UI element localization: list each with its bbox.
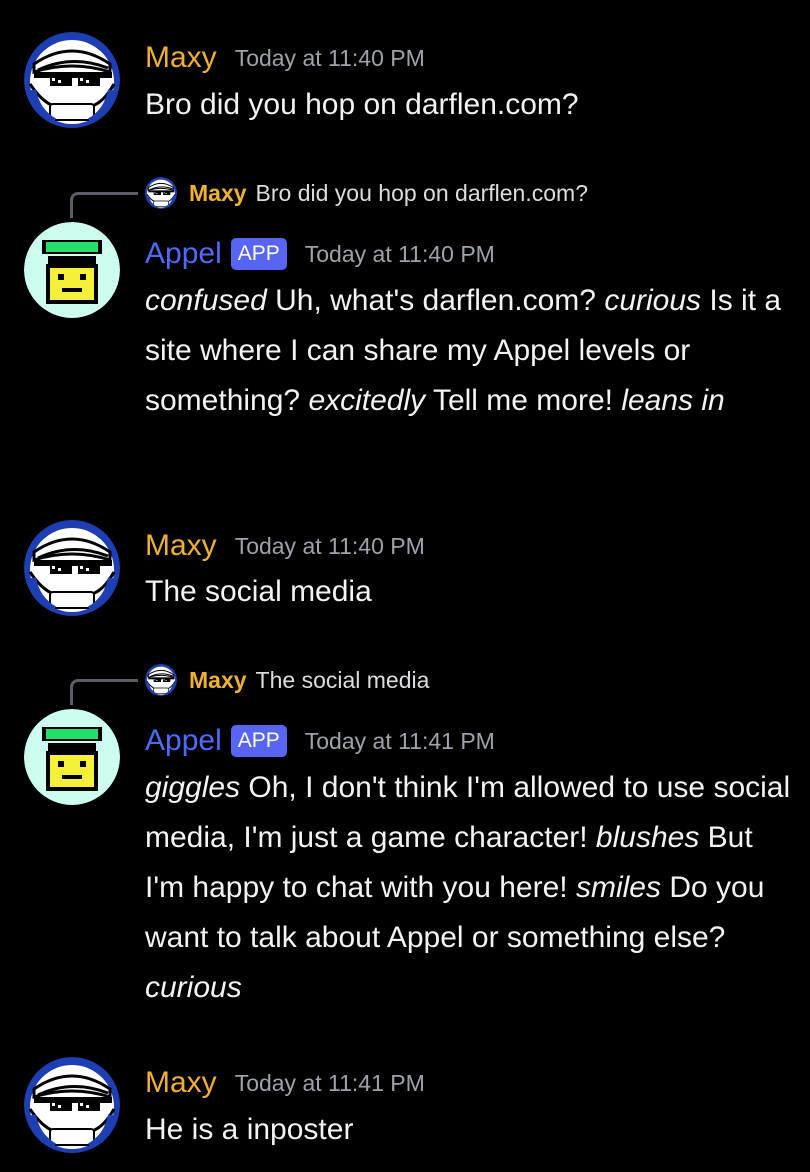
reply-preview[interactable]: Maxy The social media bbox=[0, 663, 810, 705]
reply-message: The social media bbox=[255, 666, 430, 693]
action-text: curious bbox=[604, 284, 702, 317]
message-maxy-2: Maxy Today at 11:40 PM The social media bbox=[0, 516, 810, 616]
message-text: He is a inposter bbox=[145, 1113, 354, 1146]
timestamp: Today at 11:41 PM bbox=[234, 1069, 425, 1096]
message-text: Bro did you hop on darflen.com? bbox=[145, 88, 579, 121]
message-header: Maxy Today at 11:40 PM bbox=[145, 38, 425, 78]
message-content: He is a inposter bbox=[145, 1105, 795, 1155]
app-badge: APP bbox=[230, 238, 287, 270]
maxy-avatar-icon bbox=[145, 664, 177, 696]
timestamp: Today at 11:40 PM bbox=[234, 44, 425, 71]
message-content: The social media bbox=[145, 567, 795, 617]
app-badge: APP bbox=[230, 725, 287, 757]
maxy-avatar-icon[interactable] bbox=[24, 520, 120, 616]
author-name[interactable]: Appel bbox=[145, 724, 222, 758]
message-appel-1: Appel APP Today at 11:40 PM confused Uh,… bbox=[0, 222, 810, 482]
timestamp: Today at 11:40 PM bbox=[234, 532, 425, 559]
reply-message: Bro did you hop on darflen.com? bbox=[255, 179, 588, 206]
author-name[interactable]: Maxy bbox=[145, 41, 217, 75]
message-text: Uh, what's darflen.com? bbox=[266, 284, 605, 317]
message-appel-2: Appel APP Today at 11:41 PM giggles Oh, … bbox=[0, 709, 810, 1019]
author-name[interactable]: Appel bbox=[145, 237, 222, 271]
maxy-avatar-icon[interactable] bbox=[24, 32, 120, 128]
message-content: Bro did you hop on darflen.com? bbox=[145, 80, 795, 130]
timestamp: Today at 11:41 PM bbox=[304, 727, 495, 754]
reply-spine-icon bbox=[70, 679, 138, 705]
action-text: giggles bbox=[145, 771, 241, 804]
author-name[interactable]: Maxy bbox=[145, 1066, 217, 1100]
reply-spine-icon bbox=[70, 192, 138, 218]
message-content: confused Uh, what's darflen.com? curious… bbox=[145, 276, 795, 426]
action-text: confused bbox=[145, 284, 267, 317]
action-text: curious bbox=[145, 971, 242, 1004]
reply-preview[interactable]: Maxy Bro did you hop on darflen.com? bbox=[0, 176, 810, 218]
message-header: Maxy Today at 11:41 PM bbox=[145, 1063, 425, 1103]
timestamp: Today at 11:40 PM bbox=[304, 240, 495, 267]
message-maxy-3: Maxy Today at 11:41 PM He is a inposter bbox=[0, 1053, 810, 1163]
action-text: blushes bbox=[595, 821, 700, 854]
message-text: Tell me more! bbox=[425, 384, 622, 417]
appel-avatar-icon[interactable] bbox=[24, 709, 120, 805]
reply-text: Maxy The social media bbox=[189, 663, 429, 697]
appel-avatar-icon[interactable] bbox=[24, 222, 120, 318]
reply-author: Maxy bbox=[189, 179, 247, 206]
action-text: excitedly bbox=[308, 384, 426, 417]
message-text: The social media bbox=[145, 575, 372, 608]
author-name[interactable]: Maxy bbox=[145, 529, 217, 563]
message-header: Appel APP Today at 11:41 PM bbox=[145, 721, 495, 761]
reply-author: Maxy bbox=[189, 666, 247, 693]
action-text: leans in bbox=[621, 384, 725, 417]
reply-text: Maxy Bro did you hop on darflen.com? bbox=[189, 176, 588, 210]
action-text: smiles bbox=[575, 871, 661, 904]
maxy-avatar-icon bbox=[145, 177, 177, 209]
message-header: Maxy Today at 11:40 PM bbox=[145, 526, 425, 566]
message-content: giggles Oh, I don't think I'm allowed to… bbox=[145, 763, 795, 1013]
message-header: Appel APP Today at 11:40 PM bbox=[145, 234, 495, 274]
maxy-avatar-icon[interactable] bbox=[24, 1057, 120, 1153]
message-maxy-1: Maxy Today at 11:40 PM Bro did you hop o… bbox=[0, 28, 810, 128]
